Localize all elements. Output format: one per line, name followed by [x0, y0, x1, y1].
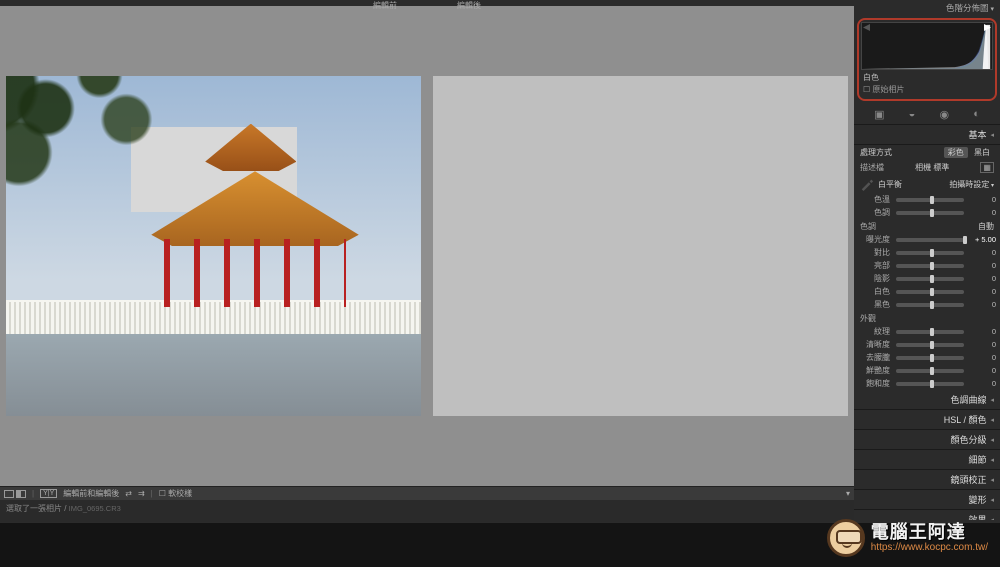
shadows-label: 陰影 — [858, 273, 894, 284]
soft-proof-checkbox[interactable]: 軟校樣 — [159, 488, 192, 499]
temp-value[interactable]: 0 — [966, 195, 996, 204]
texture-value[interactable]: 0 — [966, 327, 996, 336]
before-label: 編輯前 — [373, 0, 397, 10]
contrast-slider[interactable] — [896, 251, 964, 255]
before-image[interactable] — [6, 76, 421, 416]
transform-panel-header[interactable]: 變形 — [854, 490, 1000, 510]
highlights-slider[interactable] — [896, 264, 964, 268]
highlights-label: 亮部 — [858, 260, 894, 271]
original-photo-checkbox[interactable]: 原始相片 — [861, 83, 993, 95]
spot-tool-icon[interactable]: ◒ — [909, 108, 916, 121]
histogram[interactable] — [861, 22, 993, 70]
blacks-label: 黑色 — [858, 299, 894, 310]
before-after-mode-icon[interactable]: Y|Y — [40, 489, 57, 498]
detail-panel-header[interactable]: 細節 — [854, 450, 1000, 470]
exposure-label: 曝光度 — [858, 234, 894, 245]
compare-workspace: 編輯前 編輯後 — [0, 6, 854, 486]
filename-bar: 選取了一張相片 / IMG_0695.CR3 — [0, 500, 854, 522]
compare-label: 編輯前和編輯後 — [63, 488, 119, 499]
wb-label: 白平衡 — [878, 179, 902, 190]
treatment-color[interactable]: 彩色 — [944, 147, 968, 158]
contrast-label: 對比 — [858, 247, 894, 258]
tone-group-label: 色調 — [860, 221, 876, 232]
temp-label: 色溫 — [858, 194, 894, 205]
vibrance-label: 鮮艷度 — [858, 365, 894, 376]
lens-panel-header[interactable]: 鏡頭校正 — [854, 470, 1000, 490]
redeye-tool-icon[interactable]: ◉ — [939, 108, 949, 121]
exposure-value[interactable]: + 5.00 — [966, 235, 996, 244]
clarity-slider[interactable] — [896, 343, 964, 347]
vibrance-slider[interactable] — [896, 369, 964, 373]
saturation-value[interactable]: 0 — [966, 379, 996, 388]
mask-tool-icon[interactable]: ◐ — [973, 108, 980, 121]
swap-icon[interactable]: ⇄ — [125, 489, 132, 498]
dehaze-slider[interactable] — [896, 356, 964, 360]
compare-view-icon[interactable] — [16, 490, 26, 498]
local-tools-strip: ▣ ◒ ◉ ◐ — [854, 105, 1000, 125]
copy-icon[interactable]: ⇉ — [138, 489, 145, 498]
exposure-slider[interactable] — [896, 238, 964, 242]
whites-value[interactable]: 0 — [966, 287, 996, 296]
temp-slider[interactable] — [896, 198, 964, 202]
blacks-value[interactable]: 0 — [966, 300, 996, 309]
after-image[interactable] — [433, 76, 848, 416]
hsl-panel-header[interactable]: HSL / 顏色 — [854, 410, 1000, 430]
clarity-value[interactable]: 0 — [966, 340, 996, 349]
profile-browser-icon[interactable]: ▦ — [980, 162, 994, 173]
dehaze-label: 去朦朧 — [858, 352, 894, 363]
highlights-value[interactable]: 0 — [966, 261, 996, 270]
whites-label: 白色 — [858, 286, 894, 297]
shadows-slider[interactable] — [896, 277, 964, 281]
shadows-value[interactable]: 0 — [966, 274, 996, 283]
profile-value[interactable]: 相機 標準 — [915, 162, 949, 173]
color-grading-panel-header[interactable]: 顏色分級 — [854, 430, 1000, 450]
histogram-zone-label: 白色 — [861, 70, 993, 83]
tint-slider[interactable] — [896, 211, 964, 215]
selection-status: 選取了一張相片 — [6, 504, 62, 513]
whites-slider[interactable] — [896, 290, 964, 294]
saturation-slider[interactable] — [896, 382, 964, 386]
toolbar: | Y|Y 編輯前和編輯後 ⇄ ⇉ | 軟校樣 ▾ — [0, 486, 854, 500]
histogram-panel-title[interactable]: 色階分佈圖 — [854, 0, 1000, 16]
saturation-label: 飽和度 — [858, 378, 894, 389]
texture-slider[interactable] — [896, 330, 964, 334]
vibrance-value[interactable]: 0 — [966, 366, 996, 375]
crop-tool-icon[interactable]: ▣ — [874, 108, 884, 121]
effects-panel-header[interactable]: 效果 — [854, 510, 1000, 520]
auto-tone-button[interactable]: 自動 — [978, 221, 994, 232]
treatment-bw[interactable]: 黑白 — [970, 147, 994, 158]
profile-label: 描述檔 — [860, 162, 884, 173]
develop-right-panel: 色階分佈圖 白色 原始相片 ▣ ◒ ◉ ◐ 基本 處理方式 彩色 黑白 — [854, 0, 1000, 520]
blacks-slider[interactable] — [896, 303, 964, 307]
clarity-label: 清晰度 — [858, 339, 894, 350]
texture-label: 紋理 — [858, 326, 894, 337]
tone-curve-panel-header[interactable]: 色調曲線 — [854, 390, 1000, 410]
dehaze-value[interactable]: 0 — [966, 353, 996, 362]
histogram-highlight-box: 白色 原始相片 — [857, 18, 997, 101]
profile-row[interactable]: 描述檔 相機 標準 ▦ — [854, 160, 1000, 175]
after-label: 編輯後 — [457, 0, 481, 10]
filename-text: IMG_0695.CR3 — [69, 504, 121, 513]
presence-group-label: 外觀 — [860, 313, 876, 324]
treatment-row: 處理方式 彩色 黑白 — [854, 145, 1000, 160]
filmstrip[interactable] — [0, 523, 1000, 567]
treatment-label: 處理方式 — [860, 147, 892, 158]
tint-label: 色調 — [858, 207, 894, 218]
basic-panel-header[interactable]: 基本 — [854, 125, 1000, 145]
toolbar-menu-icon[interactable]: ▾ — [846, 489, 850, 498]
wb-picker-icon[interactable] — [860, 177, 874, 191]
loupe-view-icon[interactable] — [4, 490, 14, 498]
wb-dropdown[interactable]: 拍攝時設定 — [906, 179, 994, 190]
contrast-value[interactable]: 0 — [966, 248, 996, 257]
tint-value[interactable]: 0 — [966, 208, 996, 217]
